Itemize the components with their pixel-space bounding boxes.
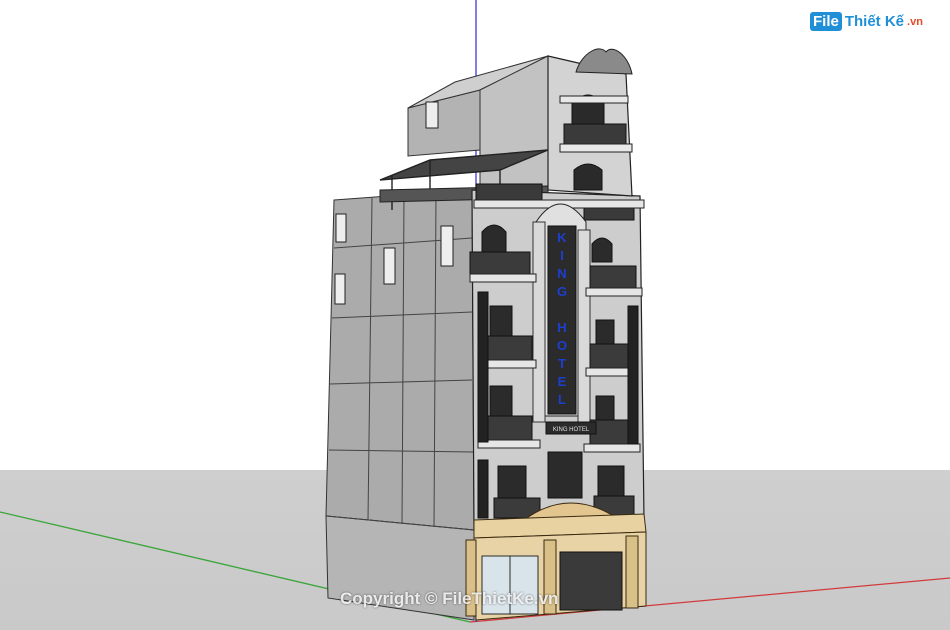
sign-letter: E xyxy=(558,374,567,389)
sign-letter: O xyxy=(557,338,567,353)
logo-suffix: .vn xyxy=(907,15,923,28)
logo-mark: File xyxy=(810,12,842,31)
sign-letter: H xyxy=(557,320,566,335)
ledge xyxy=(469,273,537,283)
filethietke-logo: File Thiết Kế .vn xyxy=(810,12,923,31)
ledge xyxy=(583,443,641,453)
shop-opening xyxy=(559,551,623,611)
dark-pilaster xyxy=(627,305,639,445)
side-window xyxy=(334,273,346,305)
building-model-render: KING HOTEL KING HOTEL xyxy=(0,0,950,623)
balcony-railing xyxy=(487,335,533,361)
right-column xyxy=(577,229,591,423)
left-column xyxy=(532,221,546,423)
sign-letter: G xyxy=(557,284,567,299)
tower-arch-window xyxy=(573,163,603,191)
sign-letter: L xyxy=(558,392,566,407)
penthouse-side xyxy=(407,89,481,157)
window xyxy=(489,385,513,421)
balcony-railing xyxy=(469,251,531,275)
tower-balcony xyxy=(563,123,627,145)
balcony-railing xyxy=(475,183,543,203)
tower-ledge xyxy=(559,95,629,104)
sign-letter: I xyxy=(560,248,564,263)
sketchup-viewport: KING HOTEL KING HOTEL File Thiết Kế .vn C… xyxy=(0,0,950,630)
penthouse-window xyxy=(425,101,439,129)
tower-crest-ornament xyxy=(575,48,633,75)
tower-ledge xyxy=(559,143,633,153)
sign-letter: N xyxy=(557,266,566,281)
arch-window xyxy=(591,237,613,263)
copyright-watermark: Copyright © FileThietKe.vn xyxy=(340,589,559,608)
balcony-railing xyxy=(589,343,629,369)
side-window xyxy=(335,213,347,243)
ledge xyxy=(585,287,643,297)
logo-text: Thiết Kế xyxy=(844,13,905,30)
central-window xyxy=(547,451,583,499)
balcony-railing xyxy=(487,415,533,441)
sign-letter: K xyxy=(557,230,567,245)
ground-column xyxy=(625,535,639,609)
balcony-railing xyxy=(589,265,637,289)
side-window xyxy=(440,225,454,267)
side-window xyxy=(383,247,396,285)
sign-letter: T xyxy=(558,356,566,371)
hotel-plaque-text: KING HOTEL xyxy=(553,427,590,433)
dark-pilaster xyxy=(477,291,489,443)
window xyxy=(489,305,513,341)
dark-pilaster xyxy=(477,459,489,519)
